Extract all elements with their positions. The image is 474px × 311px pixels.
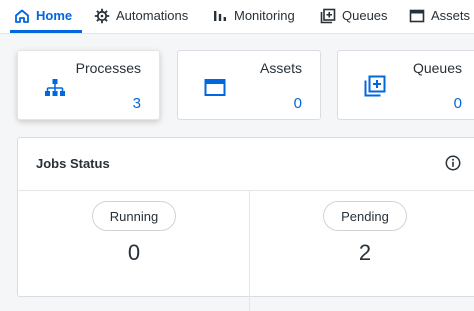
running-count: 0 [127, 240, 141, 265]
top-navigation: Home Automations Monitoring Queues Asset… [0, 0, 474, 34]
tab-monitoring[interactable]: Monitoring [212, 0, 295, 31]
process-tree-icon [44, 77, 66, 99]
running-status-button[interactable]: Running [92, 201, 176, 231]
running-label: Running [109, 208, 159, 224]
queue-plus-icon [364, 75, 386, 97]
jobs-status-title: Jobs Status [36, 156, 110, 171]
card-assets-title: Assets [259, 60, 302, 76]
tab-queues-label: Queues [342, 8, 388, 23]
home-icon [14, 8, 30, 24]
card-queues-count[interactable]: 0 [454, 95, 462, 112]
tab-assets-label: Assets [431, 8, 471, 23]
tab-assets[interactable]: Assets [409, 0, 470, 31]
card-assets[interactable]: Assets 0 [177, 50, 321, 120]
panel-divider [18, 190, 474, 191]
info-icon[interactable] [445, 155, 461, 171]
active-tab-indicator [10, 30, 82, 33]
tab-queues[interactable]: Queues [320, 0, 388, 31]
card-processes-count[interactable]: 3 [133, 95, 141, 112]
card-processes[interactable]: Processes 3 [17, 50, 160, 120]
asset-window-icon [204, 77, 226, 99]
tab-automations[interactable]: Automations [94, 0, 188, 31]
card-assets-count[interactable]: 0 [294, 95, 302, 112]
card-queues-title: Queues [412, 60, 462, 76]
tab-monitoring-label: Monitoring [234, 8, 295, 23]
tab-home-label: Home [36, 8, 73, 23]
bar-chart-icon [212, 8, 228, 24]
automations-gear-icon [94, 8, 110, 24]
asset-window-icon [409, 8, 425, 24]
tab-home[interactable]: Home [14, 0, 72, 31]
pending-count: 2 [358, 240, 372, 265]
pending-label: Pending [341, 208, 389, 224]
queue-plus-icon [320, 8, 336, 24]
card-queues[interactable]: Queues 0 [337, 50, 474, 120]
jobs-status-panel: Jobs Status Running 0 Pending 2 [17, 137, 474, 311]
pending-status-button[interactable]: Pending [323, 201, 407, 231]
column-divider [249, 191, 250, 311]
tab-automations-label: Automations [116, 8, 189, 23]
card-processes-title: Processes [75, 60, 141, 76]
